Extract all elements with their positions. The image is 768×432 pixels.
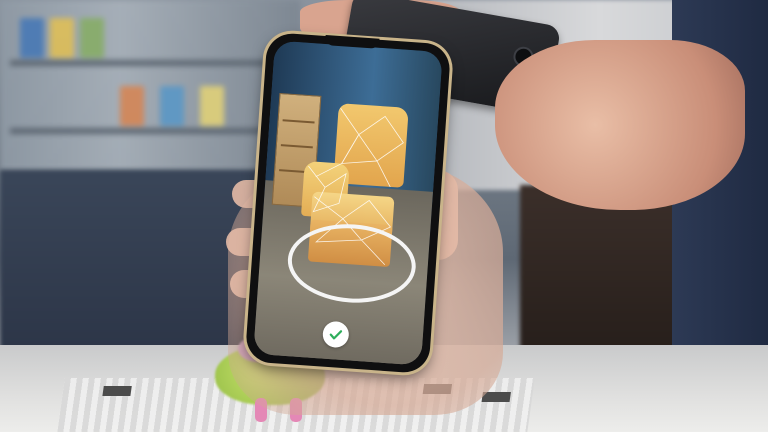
ar-camera-view	[253, 40, 443, 366]
background-hand	[495, 40, 745, 210]
background-scene	[0, 0, 768, 432]
blurred-bookshelf	[0, 0, 300, 170]
checkmark-icon	[329, 330, 343, 340]
ar-phone	[244, 31, 452, 375]
